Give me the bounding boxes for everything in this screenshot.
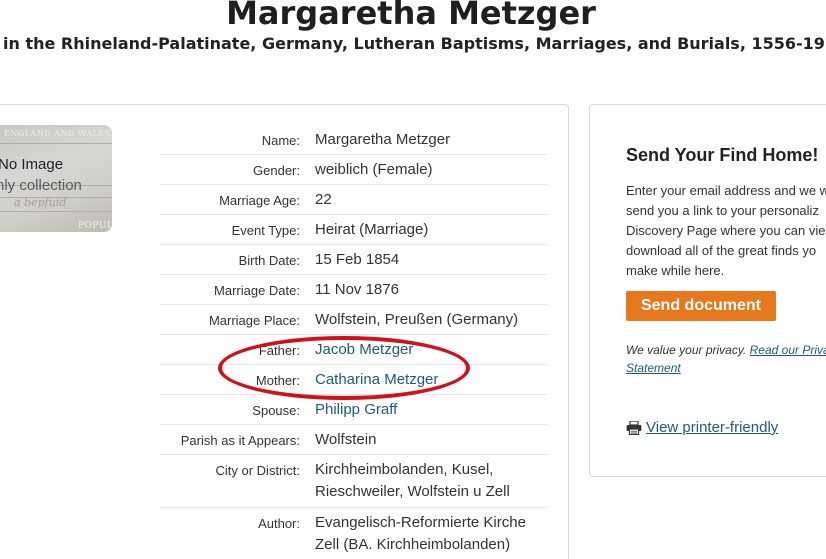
field-label: Marriage Date: <box>214 283 300 298</box>
mother-link[interactable]: Catharina Metzger <box>300 365 547 395</box>
row-marriage-age: Marriage Age: 22 <box>160 185 547 215</box>
field-label: Name: <box>261 133 300 148</box>
field-label: Birth Date: <box>238 253 300 268</box>
field-value: 15 Feb 1854 <box>315 251 400 268</box>
row-mother: Mother: Catharina Metzger <box>160 365 547 395</box>
thumbnail-rule <box>0 211 112 212</box>
thumbnail-footer-text: POPUL <box>78 221 112 231</box>
field-label: Marriage Place: <box>208 313 300 328</box>
record-details-table: Name: Margaretha Metzger Gender: weiblic… <box>160 125 547 559</box>
row-gender: Gender: weiblich (Female) <box>160 155 547 185</box>
thumbnail-script: a bepfuid <box>14 196 67 209</box>
printer-friendly-link[interactable]: View printer-friendly <box>646 419 778 436</box>
row-name: Name: Margaretha Metzger <box>160 125 547 155</box>
description-line: download all of the great finds yo <box>626 243 817 258</box>
field-value: Wolfstein <box>315 431 377 448</box>
row-spouse: Spouse: Philipp Graff <box>160 395 547 425</box>
field-value: 22 <box>315 191 332 208</box>
send-find-home-description: Enter your email address and we w send y… <box>626 181 826 281</box>
row-parish: Parish as it Appears: Wolfstein <box>160 425 547 455</box>
row-marriage-date: Marriage Date: 11 Nov 1876 <box>160 275 547 305</box>
row-event-type: Event Type: Heirat (Marriage) <box>160 215 547 245</box>
thumbnail-header-text: ENGLAND AND WALES. <box>4 129 112 138</box>
row-author: Author: Evangelisch-Reformierte Kirche Z… <box>160 508 547 559</box>
page-title: Margaretha Metzger <box>226 0 596 32</box>
send-find-home-title: Send Your Find Home! <box>626 145 819 165</box>
field-value: Evangelisch-Reformierte Kirche Zell (BA.… <box>300 508 547 559</box>
thumbnail-rule <box>0 143 112 144</box>
field-label: Spouse: <box>252 403 300 418</box>
printer-icon <box>626 420 642 435</box>
spouse-link[interactable]: Philipp Graff <box>300 395 547 425</box>
field-label: Event Type: <box>231 223 300 238</box>
field-value-line: Zell (BA. Kirchheimbolanden) <box>315 536 511 553</box>
field-value-line: Rieschweiler, Wolfstein u Zell <box>315 483 510 500</box>
field-value: weiblich (Female) <box>315 161 433 178</box>
field-value: Margaretha Metzger <box>315 131 451 148</box>
field-value: Wolfstein, Preußen (Germany) <box>315 311 519 328</box>
field-label: Marriage Age: <box>219 193 300 208</box>
privacy-note: We value your privacy. Read our Privac S… <box>626 341 826 377</box>
row-city-district: City or District: Kirchheimbolanden, Kus… <box>160 455 547 508</box>
field-value-line: Evangelisch-Reformierte Kirche <box>315 514 526 531</box>
row-father: Father: Jacob Metzger <box>160 335 547 365</box>
field-value-line: Kirchheimbolanden, Kusel, <box>315 461 494 478</box>
description-line: Enter your email address and we w <box>626 183 826 198</box>
privacy-text: We value your privacy. <box>626 343 747 357</box>
field-label: Mother: <box>255 373 300 388</box>
collection-subtitle: in the Rhineland-Palatinate, Germany, Lu… <box>3 34 826 53</box>
printer-friendly-row[interactable]: View printer-friendly <box>626 419 778 436</box>
description-line: make while here. <box>626 263 725 278</box>
field-value: Kirchheimbolanden, Kusel, Rieschweiler, … <box>300 455 547 507</box>
field-value: Heirat (Marriage) <box>315 221 429 238</box>
privacy-statement-link[interactable]: Statement <box>626 361 681 375</box>
privacy-statement-link[interactable]: Read our Privac <box>750 343 826 357</box>
field-value: 11 Nov 1876 <box>315 281 399 298</box>
row-marriage-place: Marriage Place: Wolfstein, Preußen (Germ… <box>160 305 547 335</box>
field-label: Gender: <box>253 163 300 178</box>
field-label: Father: <box>258 343 300 358</box>
field-label: Parish as it Appears: <box>180 433 300 448</box>
row-birth-date: Birth Date: 15 Feb 1854 <box>160 245 547 275</box>
description-line: send you a link to your personaliz <box>626 203 819 218</box>
field-label: Author: <box>258 516 300 531</box>
field-label: City or District: <box>215 463 301 478</box>
no-image-label: No Image <box>0 156 64 173</box>
index-only-label: nly collection <box>0 177 82 194</box>
description-line: Discovery Page where you can vie <box>626 223 826 238</box>
father-link[interactable]: Jacob Metzger <box>300 335 547 365</box>
record-image-thumbnail[interactable]: ENGLAND AND WALES. a bepfuid POPUL No Im… <box>0 125 112 232</box>
send-document-button[interactable]: Send document <box>626 291 776 321</box>
